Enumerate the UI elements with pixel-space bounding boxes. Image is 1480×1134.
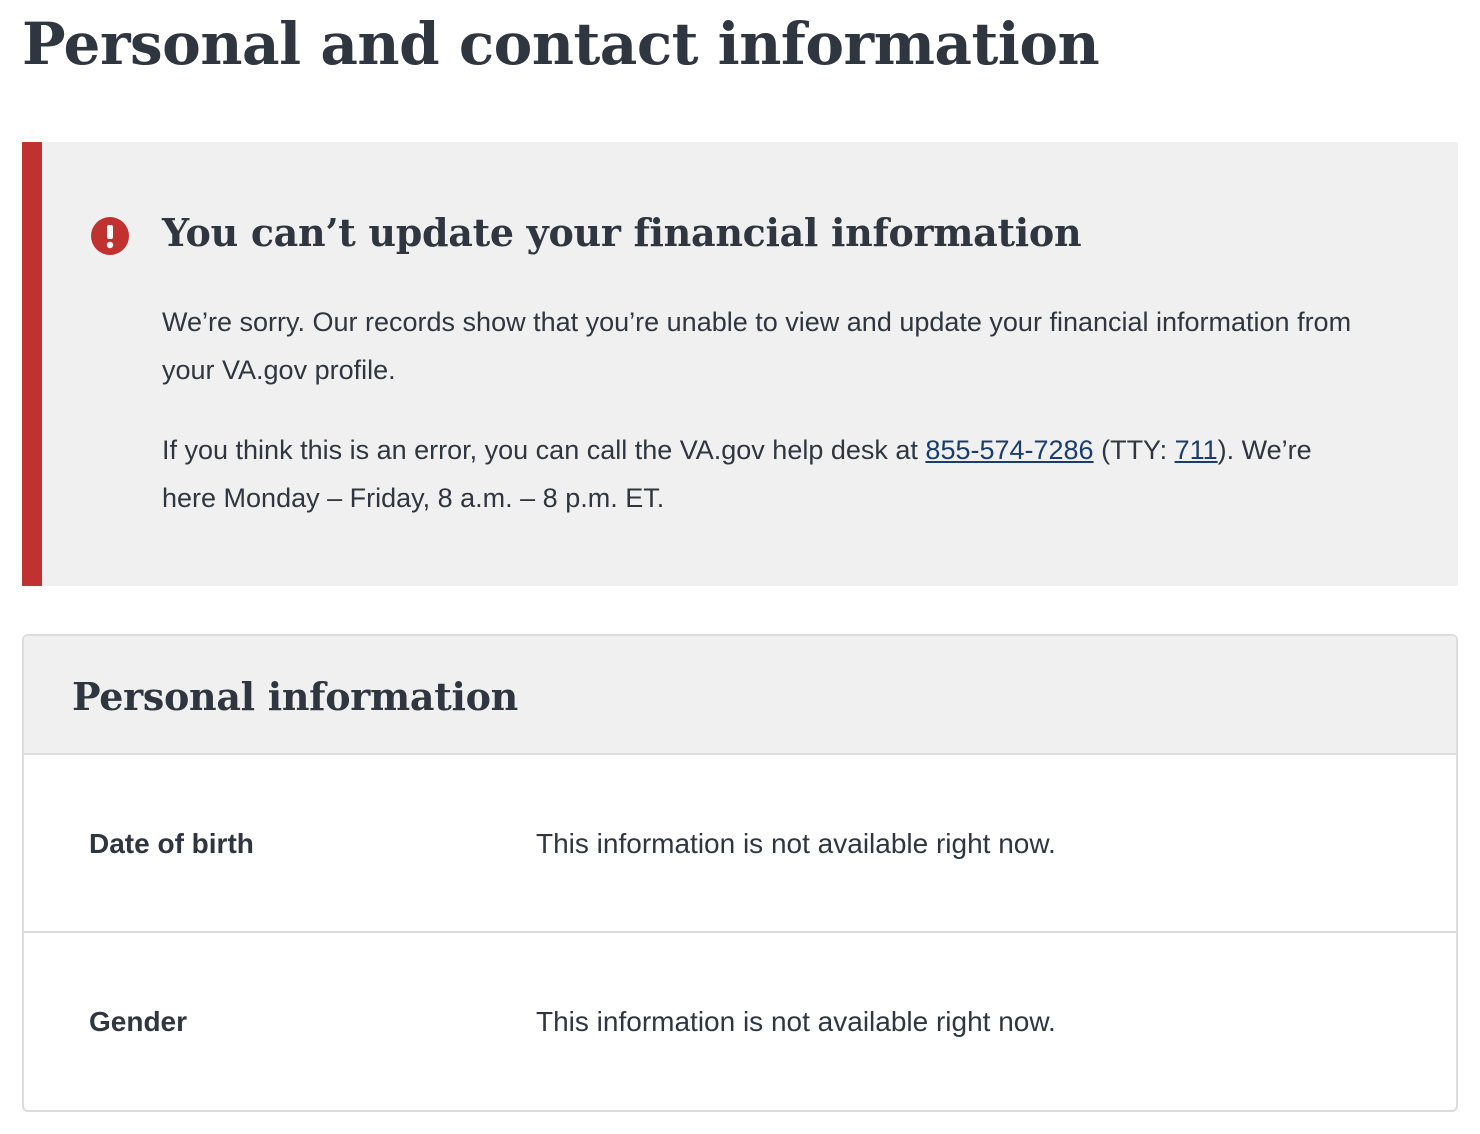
error-alert: You can’t update your financial informat… bbox=[22, 142, 1458, 586]
page-title: Personal and contact information bbox=[22, 10, 1100, 78]
error-exclamation-icon bbox=[91, 217, 129, 255]
card-title: Personal information bbox=[72, 674, 518, 719]
alert-heading: You can’t update your financial informat… bbox=[162, 210, 1082, 255]
alert-accent-bar bbox=[22, 142, 42, 586]
row-value: This information is not available right … bbox=[536, 828, 1056, 859]
tty-phone-link[interactable]: 711 bbox=[1175, 435, 1218, 465]
alert-paragraph-2-text-start: If you think this is an error, you can c… bbox=[162, 435, 926, 465]
card-header: Personal information bbox=[24, 636, 1456, 755]
help-desk-phone-link[interactable]: 855-574-7286 bbox=[925, 435, 1093, 465]
alert-paragraph-2: If you think this is an error, you can c… bbox=[162, 426, 1362, 522]
info-row-gender: Gender This information is not available… bbox=[24, 933, 1456, 1109]
personal-information-card: Personal information Date of birth This … bbox=[22, 634, 1458, 1112]
alert-paragraph-2-text-middle: (TTY: bbox=[1093, 435, 1175, 465]
info-row-date-of-birth: Date of birth This information is not av… bbox=[24, 755, 1456, 933]
row-label: Gender bbox=[89, 1006, 188, 1037]
row-value: This information is not available right … bbox=[536, 1006, 1056, 1037]
alert-paragraph-1: We’re sorry. Our records show that you’r… bbox=[162, 307, 1352, 385]
row-label: Date of birth bbox=[89, 828, 254, 859]
alert-body: We’re sorry. Our records show that you’r… bbox=[162, 298, 1362, 554]
